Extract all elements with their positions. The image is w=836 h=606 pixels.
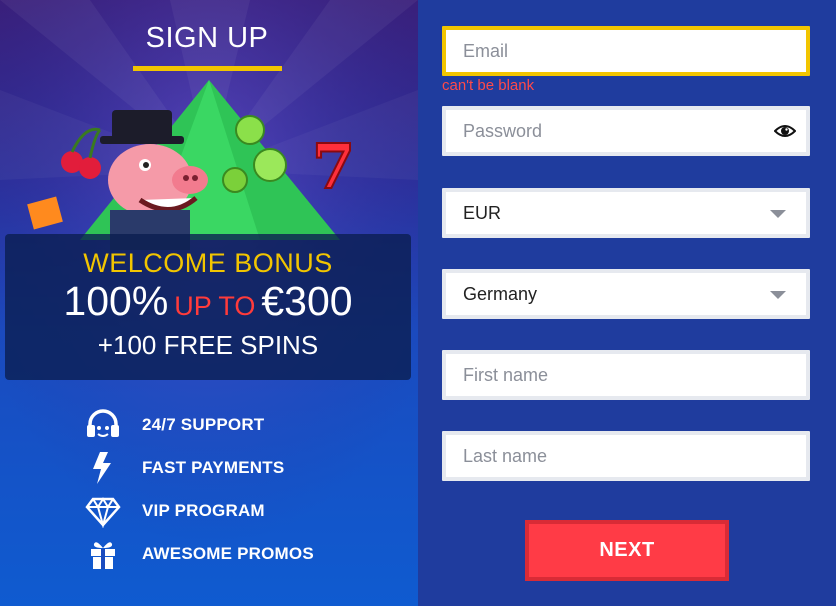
feature-promos: AWESOME PROMOS [84,537,384,571]
feature-support: 24/7 SUPPORT [84,408,384,442]
password-field[interactable] [463,110,763,152]
lightning-icon [93,452,111,484]
email-field[interactable] [463,30,763,72]
signup-form: can't be blank EUR Germany NEXT [418,0,836,606]
password-field-wrapper [442,106,810,156]
hero-illustration: 7 [27,80,356,250]
bonus-up-to: UP TO [174,291,256,321]
feature-label: 24/7 SUPPORT [142,415,265,434]
bonus-free-spins: +100 FREE SPINS [97,330,319,360]
svg-text:7: 7 [312,130,355,203]
email-field-wrapper [442,26,810,76]
chevron-down-icon [770,291,786,299]
last-name-field-wrapper [442,431,810,481]
currency-value: EUR [463,203,502,223]
feature-label: VIP PROGRAM [142,501,265,520]
feature-vip: VIP PROGRAM [84,494,384,528]
last-name-field[interactable] [463,435,763,477]
email-error-message: can't be blank [442,77,535,94]
bonus-offer: 100% UP TO €300 [5,278,411,325]
feature-payments: FAST PAYMENTS [84,451,384,485]
bonus-heading: WELCOME BONUS [83,248,333,278]
bonus-percent: 100% [63,278,169,324]
chevron-down-icon [770,210,786,218]
country-select[interactable]: Germany [442,269,810,319]
diamond-icon [85,497,121,528]
first-name-field[interactable] [463,354,763,396]
country-value: Germany [463,284,538,304]
eye-icon[interactable] [774,122,796,140]
feature-label: FAST PAYMENTS [142,458,285,477]
first-name-field-wrapper [442,350,810,400]
welcome-bonus-box: WELCOME BONUS 100% UP TO €300 +100 FREE SP… [5,234,411,380]
signup-title: SIGN UP [145,22,269,54]
currency-select[interactable]: EUR [442,188,810,238]
feature-label: AWESOME PROMOS [142,544,314,563]
promo-panel: SIGN UP 7 WELCOME BONUS 100%UP TO€300 [0,0,418,606]
bonus-amount: €300 [261,278,353,324]
headset-icon [87,409,119,437]
gift-icon [91,542,115,569]
next-button[interactable]: NEXT [525,520,729,581]
